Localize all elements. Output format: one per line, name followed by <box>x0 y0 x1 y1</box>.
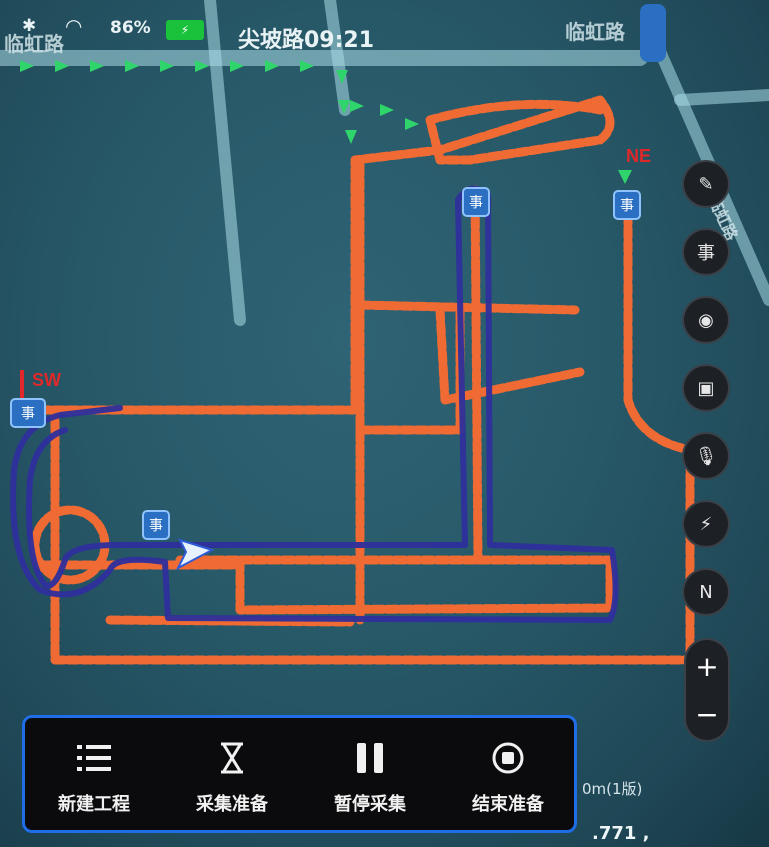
new-project-button[interactable]: 新建工程 <box>25 718 163 830</box>
pause-collection-button[interactable]: 暂停采集 <box>301 718 439 830</box>
list-icon <box>25 740 163 776</box>
road-label: 临虹路 <box>565 20 625 44</box>
event-marker[interactable]: 事 <box>10 398 46 428</box>
track-segment <box>470 185 483 565</box>
coordinates-readout: .771 , 31.2299409 <box>592 823 712 847</box>
signal-light-icon <box>640 4 666 62</box>
sw-label: SW <box>32 370 61 390</box>
event-marker[interactable]: 事 <box>142 510 170 540</box>
track-segment <box>355 300 580 315</box>
hourglass-icon <box>163 740 301 776</box>
track-segment <box>35 555 615 615</box>
ne-label: NE <box>626 146 652 166</box>
prepare-collection-button[interactable]: 采集准备 <box>163 718 301 830</box>
collection-action-bar: 新建工程 采集准备 暂停采集 结束准备 <box>22 715 577 833</box>
road <box>204 0 246 326</box>
event-marker[interactable]: 事 <box>462 187 490 217</box>
compass-icon[interactable]: N <box>684 570 728 614</box>
lightning-icon[interactable]: ⚡ <box>684 502 728 546</box>
track <box>30 95 695 665</box>
battery-percent: 86% <box>110 18 151 38</box>
eye-icon[interactable]: ◉ <box>684 298 728 342</box>
end-preparation-label: 结束准备 <box>472 794 544 815</box>
stop-icon <box>439 740 577 776</box>
battery-icon: ⚡ <box>166 20 204 40</box>
microphone-icon[interactable]: 🎙 <box>684 434 728 478</box>
new-project-label: 新建工程 <box>58 794 130 815</box>
road <box>674 89 769 106</box>
image-icon[interactable]: ▣ <box>684 366 728 410</box>
status-title: 尖坡路09:21 <box>238 28 375 53</box>
event-icon[interactable]: 事 <box>684 230 728 274</box>
prepare-collection-label: 采集准备 <box>196 794 268 815</box>
zoom-control: + − <box>686 640 728 740</box>
edit-icon[interactable]: ✎ <box>684 162 728 206</box>
wifi-icon: ◠ <box>66 14 82 38</box>
pause-icon <box>301 740 439 776</box>
zoom-out-button[interactable]: − <box>686 690 728 740</box>
road-label: 临虹路 <box>4 32 64 56</box>
track-segment <box>35 95 615 415</box>
zoom-in-button[interactable]: + <box>686 642 728 692</box>
scale-text: 0m(1版) <box>582 780 643 798</box>
pause-collection-label: 暂停采集 <box>334 794 406 815</box>
event-marker[interactable]: 事 <box>613 190 641 220</box>
collection-screen: ✱ ◠ 86% ⚡ 尖坡路09:21 临虹路 临虹路 临虹路 NE SW 事 事… <box>0 0 769 847</box>
end-preparation-button[interactable]: 结束准备 <box>439 718 577 830</box>
